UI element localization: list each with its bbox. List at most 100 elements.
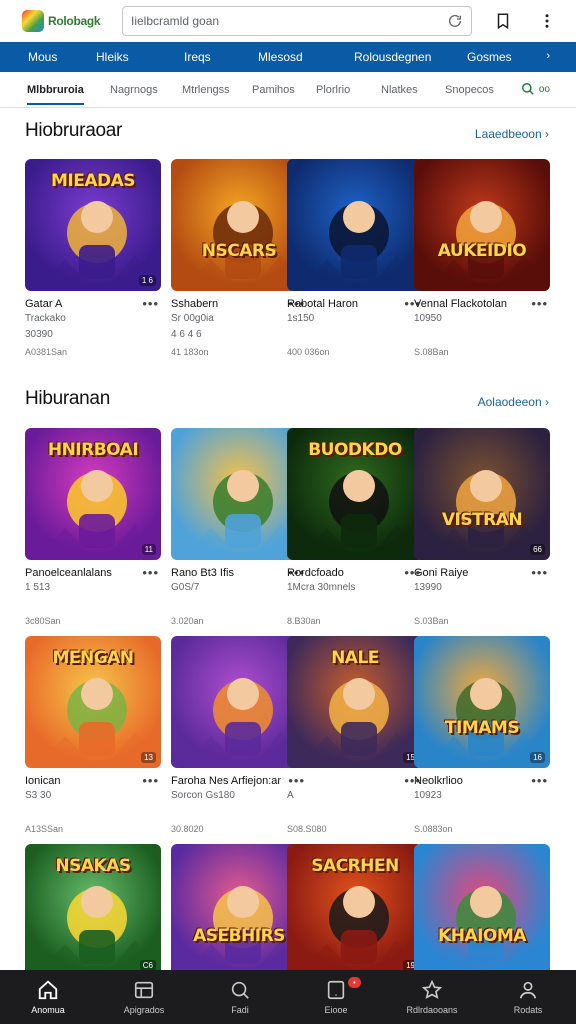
nav-favorites[interactable]: Rdlrdaooans — [384, 970, 480, 1024]
search-bar[interactable]: Iielbcramld goan — [122, 6, 472, 36]
section-see-all-link[interactable]: Aolaodeeon › — [478, 395, 549, 409]
game-download-count: 3.020an — [171, 616, 204, 626]
game-thumbnail[interactable]: AUKEIDIO — [414, 159, 550, 291]
nav-home[interactable]: Anomua — [0, 970, 96, 1024]
game-artwork-image — [424, 201, 550, 291]
game-title[interactable]: Neolkrlioo — [414, 775, 524, 787]
search-input[interactable]: Iielbcramld goan — [131, 14, 447, 28]
game-subtitle: Sr 00g0ia — [171, 313, 214, 324]
game-artwork-image — [424, 886, 550, 976]
game-art-title: KHAIOMA — [438, 926, 526, 946]
brand-name: Rolobagk — [48, 14, 101, 28]
section-see-all-link[interactable]: Laaedbeoon › — [475, 127, 549, 141]
thumbnail-badge: 66 — [530, 544, 545, 555]
category-tab-2[interactable]: Hleiks — [96, 50, 129, 64]
nav-label: Rdlrdaooans — [406, 1005, 458, 1015]
game-card[interactable]: MENGAN 13 Ionican ••• S3 30 A13SSan — [25, 636, 161, 834]
nav-label: Fadi — [231, 1005, 249, 1015]
subtab-1[interactable]: Mlbbruroia — [27, 84, 84, 105]
chevron-right-icon: › — [545, 127, 549, 141]
subtab-7[interactable]: Snopecos — [445, 84, 494, 96]
subtab-search-label: oo — [538, 83, 550, 95]
game-card[interactable]: MIEADAS 1 6 Gatar A ••• Trackako 30390 A0381Sa… — [25, 159, 161, 357]
game-thumbnail[interactable]: SACRHEN 19 — [287, 844, 423, 976]
game-art-title: MIEADAS — [50, 171, 136, 191]
game-title[interactable]: Faroha Nes Arfiejon:an — [171, 775, 281, 787]
nav-search[interactable]: Fadi — [192, 970, 288, 1024]
game-title[interactable]: Panoelceanlalans — [25, 567, 135, 579]
app-root: Rolobagk Iielbcramld goan Mous Hleiks Ir… — [0, 0, 576, 1024]
game-download-count: S.08Ban — [414, 347, 449, 357]
game-card[interactable]: KHAIOMA — [414, 844, 550, 976]
subtab-3[interactable]: Mtrlengss — [182, 84, 230, 96]
game-card[interactable]: SACRHEN 19 — [287, 844, 423, 976]
more-options-icon[interactable]: ••• — [142, 565, 159, 580]
game-title[interactable]: Goni Raiye — [414, 567, 524, 579]
game-card[interactable]: HNIRBOAI 11 Panoelceanlalans ••• 1 513 3c80Sa… — [25, 428, 161, 626]
game-subtitle: 1s150 — [287, 313, 315, 324]
more-options-icon[interactable] — [538, 12, 556, 30]
game-title[interactable]: Gatar A — [25, 298, 135, 310]
more-options-icon[interactable]: ••• — [142, 296, 159, 311]
nav-device[interactable]: • Eiooe — [288, 970, 384, 1024]
game-title[interactable]: Rano Bt3 Ifis — [171, 567, 281, 579]
thumbnail-badge: 16 — [530, 752, 545, 763]
game-download-count: S08.S080 — [287, 824, 327, 834]
nav-profile[interactable]: Rodats — [480, 970, 576, 1024]
game-thumbnail[interactable]: HNIRBOAI 11 — [25, 428, 161, 560]
nav-apps[interactable]: Apigrados — [96, 970, 192, 1024]
section-title: Hiburanan — [25, 388, 110, 409]
game-art-title: MENGAN — [52, 648, 134, 668]
bookmark-icon[interactable] — [494, 12, 512, 30]
game-download-count: 400 036on — [287, 347, 330, 357]
more-options-icon[interactable]: ••• — [531, 773, 548, 788]
game-download-count: 3c80San — [25, 616, 61, 626]
category-more-arrow[interactable]: › — [546, 50, 550, 62]
subtab-4[interactable]: Pamihos — [252, 84, 295, 96]
more-options-icon[interactable]: ••• — [288, 773, 305, 788]
game-title[interactable]: Rabotal Haron — [287, 298, 397, 310]
game-title[interactable]: Sshabern — [171, 298, 281, 310]
game-art-title: SACRHEN — [311, 856, 399, 876]
game-card[interactable]: VISTRAN 66 Goni Raiye ••• 13990 S.03Ban — [414, 428, 550, 626]
game-thumbnail[interactable]: MIEADAS 1 6 — [25, 159, 161, 291]
game-thumbnail[interactable]: NSAKAS C6 — [25, 844, 161, 976]
game-thumbnail[interactable]: KHAIOMA — [414, 844, 550, 976]
section-link-text: Aolaodeeon — [477, 395, 542, 409]
profile-icon — [519, 981, 537, 999]
game-subtitle: 10923 — [414, 790, 442, 801]
game-title[interactable]: Vennal Flackotolan — [414, 298, 524, 310]
game-thumbnail[interactable]: MENGAN 13 — [25, 636, 161, 768]
subtab-2[interactable]: Nagrnogs — [110, 84, 158, 96]
subtab-search[interactable]: oo — [521, 82, 550, 96]
game-thumbnail[interactable]: NALE 15 — [287, 636, 423, 768]
game-card[interactable]: BUODKDO Rordcfoado ••• 1Mcra 30mnels 8.B30an — [287, 428, 423, 626]
game-card[interactable]: NSAKAS C6 — [25, 844, 161, 976]
game-thumbnail[interactable]: VISTRAN 66 — [414, 428, 550, 560]
reload-icon[interactable] — [447, 13, 463, 29]
game-subtitle: 1 513 — [25, 582, 51, 593]
category-tab-4[interactable]: Mlesosd — [258, 50, 303, 64]
category-tab-5[interactable]: Rolousdegnen — [354, 50, 431, 64]
game-card[interactable]: AUKEIDIO Vennal Flackotolan ••• 10950 S.08Ba… — [414, 159, 550, 357]
category-tab-6[interactable]: Gosmes — [467, 50, 512, 64]
game-thumbnail[interactable]: BUODKDO — [287, 428, 423, 560]
game-card[interactable]: TIMAMS 16 Neolkrlioo ••• 10923 S.0883on — [414, 636, 550, 834]
game-subtitle: S3 30 — [25, 790, 52, 801]
category-tab-1[interactable]: Mous — [28, 50, 57, 64]
game-thumbnail[interactable] — [287, 159, 423, 291]
app-logo[interactable] — [22, 10, 44, 32]
game-title[interactable]: Ionican — [25, 775, 135, 787]
game-card[interactable]: Rabotal Haron ••• 1s150 400 036on — [287, 159, 423, 357]
game-art-title: BUODKDO — [308, 440, 402, 460]
subtab-6[interactable]: Nlatkes — [381, 84, 418, 96]
game-thumbnail[interactable]: TIMAMS 16 — [414, 636, 550, 768]
category-tab-3[interactable]: Ireqs — [184, 50, 211, 64]
more-options-icon[interactable]: ••• — [531, 565, 548, 580]
more-options-icon[interactable]: ••• — [531, 296, 548, 311]
more-options-icon[interactable]: ••• — [142, 773, 159, 788]
game-card[interactable]: NALE 15 ••• A S08.S080 — [287, 636, 423, 834]
game-title[interactable]: Rordcfoado — [287, 567, 397, 579]
subtab-5[interactable]: Plorlrio — [316, 84, 350, 96]
game-art-title: VISTRAN — [441, 510, 523, 530]
